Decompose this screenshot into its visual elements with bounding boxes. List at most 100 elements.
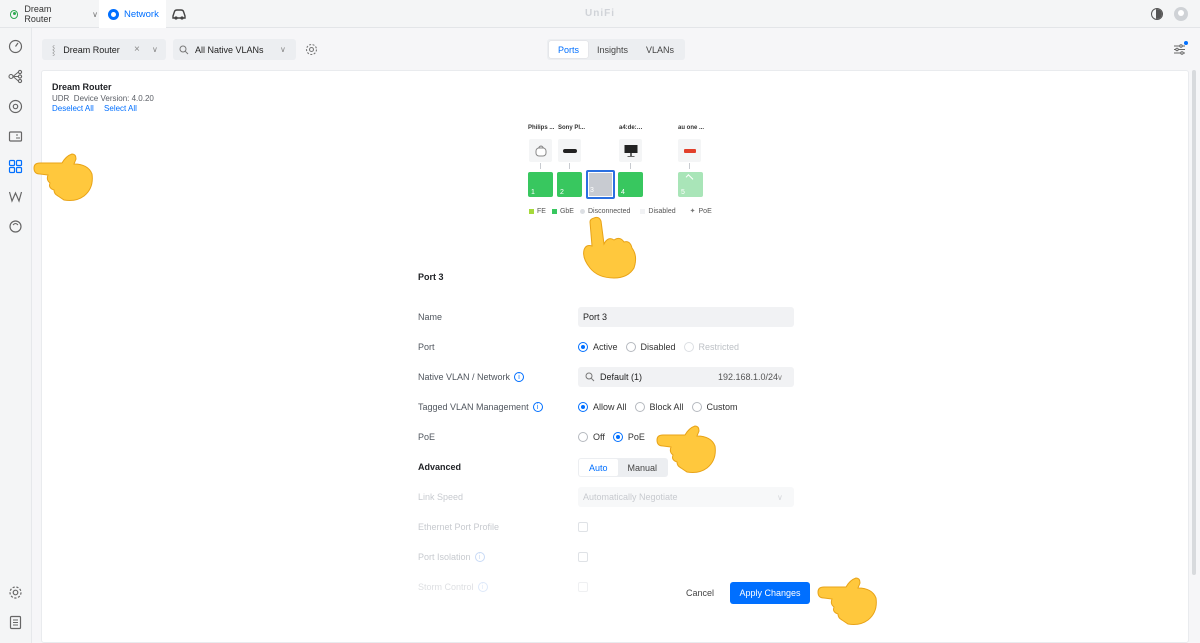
radio-label: Restricted [698, 342, 740, 352]
network-app-tab[interactable]: Network [99, 0, 166, 28]
insights-icon[interactable] [8, 219, 23, 234]
filter-active-badge [1184, 41, 1188, 45]
link-speed-select[interactable]: Automatically Negotiate ∨ [578, 487, 794, 507]
info-icon[interactable]: i [514, 372, 525, 382]
native-vlan-subnet: 192.168.1.0/24 [718, 372, 779, 382]
logs-icon[interactable] [8, 615, 23, 630]
connection-line [630, 163, 631, 169]
tagged-vlan-radios: Allow All Block All Custom [578, 402, 746, 412]
apply-changes-button[interactable]: Apply Changes [730, 582, 810, 604]
device-switcher[interactable]: Dream Router ∨ [0, 0, 98, 28]
poe-on-radio[interactable]: PoE [612, 432, 645, 442]
port-number: 2 [560, 189, 564, 196]
link-speed-label: Link Speed [418, 492, 464, 502]
block-all-radio[interactable]: Block All [634, 402, 684, 412]
fe-swatch [529, 208, 534, 214]
port-restricted-radio[interactable]: Restricted [683, 342, 740, 352]
filter-icon[interactable] [1173, 43, 1186, 56]
poe-legend-icon: ✦ [689, 208, 696, 215]
info-icon[interactable]: i [532, 402, 543, 412]
device-select[interactable]: ⸾ Dream Router × ∨ [42, 39, 166, 60]
pointing-hand-icon [33, 153, 93, 201]
user-avatar[interactable] [1174, 7, 1188, 21]
port-disabled-radio[interactable]: Disabled [625, 342, 676, 352]
port-isolation-label: Port Isolation i [418, 552, 485, 562]
native-vlan-value: Default (1) [600, 372, 643, 382]
info-icon[interactable]: i [474, 552, 485, 562]
radio-label: Block All [649, 402, 684, 412]
chevron-down-icon: ∨ [152, 45, 158, 54]
poe-radios: Off PoE [578, 432, 653, 442]
native-vlan-label-text: Native VLAN / Network [418, 372, 511, 382]
settings-icon[interactable] [8, 585, 23, 600]
vlan-select[interactable]: All Native VLANs ∨ [173, 39, 296, 60]
poe-off-radio[interactable]: Off [578, 432, 605, 442]
device-switcher-label: Dream Router [24, 4, 52, 24]
port-isolation-checkbox[interactable] [578, 552, 588, 562]
theme-toggle-icon[interactable] [1151, 8, 1163, 20]
tab-insights[interactable]: Insights [588, 41, 637, 58]
view-tabs: Ports Insights VLANs [547, 39, 686, 60]
devices-icon[interactable] [8, 129, 23, 144]
port-name-input[interactable]: Port 3 [578, 307, 794, 327]
legend-disabled: Disabled [648, 207, 676, 215]
info-icon[interactable]: i [477, 582, 488, 592]
pointing-hand-icon [656, 425, 716, 473]
monitor-device-icon[interactable] [619, 139, 642, 162]
storm-control-checkbox[interactable] [578, 582, 588, 592]
console-device-icon[interactable] [558, 139, 581, 162]
native-vlan-select[interactable]: Default (1) 192.168.1.0/24 ∨ [578, 367, 794, 387]
port-5[interactable]: 5 [678, 172, 703, 197]
hub-device-icon[interactable] [529, 139, 552, 162]
clients-icon[interactable] [8, 99, 23, 114]
port-state-label: Port [418, 342, 435, 352]
legend-fe: FE [537, 207, 546, 215]
router-device-icon[interactable] [678, 139, 701, 162]
clear-icon[interactable]: × [134, 44, 140, 55]
deselect-all-link[interactable]: Deselect All [52, 104, 94, 113]
search-icon [585, 372, 595, 382]
pointing-hand-icon [583, 216, 637, 279]
port-2[interactable]: 2 [557, 172, 582, 197]
ports-icon[interactable] [8, 159, 23, 174]
select-all-link[interactable]: Select All [104, 104, 137, 113]
advanced-auto-option[interactable]: Auto [579, 459, 618, 476]
legend-gbe: GbE [559, 207, 574, 215]
ethernet-profile-label: Ethernet Port Profile [418, 522, 500, 532]
allow-all-radio[interactable]: Allow All [578, 402, 627, 412]
advanced-title: Advanced [418, 462, 462, 472]
topology-icon[interactable] [8, 69, 23, 84]
storm-control-label: Storm Control i [418, 582, 488, 592]
tagged-vlan-label: Tagged VLAN Management i [418, 402, 543, 412]
statistics-icon[interactable] [8, 189, 23, 204]
tab-ports[interactable]: Ports [549, 41, 589, 58]
radio-label: PoE [627, 432, 645, 442]
chevron-down-icon: ∨ [280, 45, 286, 54]
radio-label: Custom [706, 402, 738, 412]
dashboard-icon[interactable] [8, 39, 23, 54]
chevron-down-icon: ∨ [92, 9, 98, 19]
ethernet-profile-checkbox[interactable] [578, 522, 588, 532]
panel-title: Dream Router [52, 82, 112, 92]
port-form-title: Port 3 [418, 272, 444, 282]
tab-vlans[interactable]: VLANs [637, 41, 683, 58]
native-vlan-label: Native VLAN / Network i [418, 372, 525, 382]
port-number: 4 [621, 189, 625, 196]
port-3[interactable]: 3 [586, 170, 615, 199]
port-1[interactable]: 1 [528, 172, 553, 197]
connection-line [540, 163, 541, 169]
custom-radio[interactable]: Custom [691, 402, 738, 412]
poe-icon [685, 174, 694, 182]
port-number: 3 [590, 187, 594, 194]
port-active-radio[interactable]: Active [578, 342, 618, 352]
network-app-icon [108, 8, 119, 20]
gear-icon[interactable] [305, 43, 318, 56]
cancel-button[interactable]: Cancel [676, 582, 724, 604]
port-4[interactable]: 4 [618, 172, 643, 197]
device-label: Sony Pl... [558, 125, 586, 131]
radio-label: Allow All [593, 402, 627, 412]
radio-label: Active [593, 342, 618, 352]
device-select-icon: ⸾ [52, 45, 56, 55]
scrollbar[interactable] [1192, 70, 1196, 575]
car-icon[interactable] [171, 7, 187, 21]
